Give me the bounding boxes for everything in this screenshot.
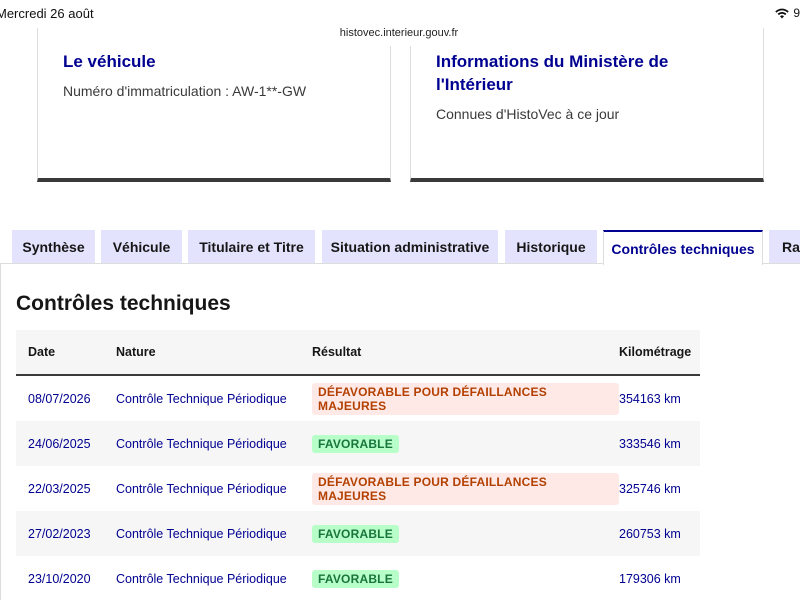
tab-controles-techniques[interactable]: Contrôles techniques (603, 230, 763, 265)
row-date: 22/03/2025 (28, 481, 91, 496)
table-row: 24/06/2025 Contrôle Technique Périodique… (16, 421, 700, 466)
tab-label: Historique (516, 238, 586, 255)
table-row: 22/03/2025 Contrôle Technique Périodique… (16, 466, 700, 511)
table-row: 27/02/2023 Contrôle Technique Périodique… (16, 511, 700, 556)
tab-label: Rap (782, 238, 800, 255)
row-result: DÉFAVORABLE POUR DÉFAILLANCES MAJEURES (312, 472, 619, 505)
battery-level: 9 (793, 6, 800, 20)
tab-label: Titulaire et Titre (199, 238, 304, 255)
tab-label: Véhicule (112, 238, 171, 255)
tab-situation-administrative[interactable]: Situation administrative (322, 230, 498, 263)
row-km: 179306 km (619, 571, 681, 586)
header-nature: Nature (116, 345, 156, 359)
inspections-table: Date Nature Résultat Kilométrage 08/07/2… (16, 330, 700, 600)
row-nature: Contrôle Technique Périodique (116, 391, 287, 406)
result-badge: FAVORABLE (312, 569, 399, 588)
tab-synthese[interactable]: Synthèse (12, 230, 95, 263)
result-badge: FAVORABLE (312, 434, 399, 453)
header-date: Date (28, 345, 56, 359)
row-km: 333546 km (619, 436, 681, 451)
vehicle-card-title: Le véhicule (63, 52, 156, 71)
ministry-card-title: Informations du Ministère de l'Intérieur (436, 50, 738, 96)
row-date: 23/10/2020 (28, 571, 91, 586)
result-badge: FAVORABLE (312, 524, 399, 543)
row-nature: Contrôle Technique Périodique (116, 526, 287, 541)
row-nature: Contrôle Technique Périodique (116, 481, 287, 496)
row-date: 24/06/2025 (28, 436, 91, 451)
row-km: 354163 km (619, 391, 681, 406)
tab-rapport[interactable]: Rap (769, 230, 800, 263)
row-result: FAVORABLE (312, 569, 619, 588)
address-bar[interactable]: histovec.interieur.gouv.fr (334, 20, 464, 46)
address-bar-url: histovec.interieur.gouv.fr (339, 27, 459, 39)
ministry-card-text: Connues d'HistoVec à ce jour (436, 106, 620, 122)
ministry-title-line1: Informations du Ministère de (436, 52, 669, 71)
vehicle-card: Le véhicule Numéro d'immatriculation : A… (37, 28, 391, 182)
registration-number: Numéro d'immatriculation : AW-1**-GW (63, 83, 307, 99)
row-nature: Contrôle Technique Périodique (116, 571, 287, 586)
tab-vehicule[interactable]: Véhicule (101, 230, 182, 263)
ministry-card: Informations du Ministère de l'Intérieur… (410, 28, 764, 182)
table-header: Date Nature Résultat Kilométrage (16, 330, 700, 376)
tab-label: Synthèse (22, 238, 85, 255)
row-date: 08/07/2026 (28, 391, 91, 406)
row-nature: Contrôle Technique Périodique (116, 436, 287, 451)
table-row: 23/10/2020 Contrôle Technique Périodique… (16, 556, 700, 600)
tab-label: Situation administrative (330, 238, 490, 255)
tab-historique[interactable]: Historique (505, 230, 597, 263)
table-row: 08/07/2026 Contrôle Technique Périodique… (16, 376, 700, 421)
tab-bar: Synthèse Véhicule Titulaire et Titre Sit… (0, 230, 800, 265)
result-badge: DÉFAVORABLE POUR DÉFAILLANCES MAJEURES (312, 472, 619, 505)
row-km: 260753 km (619, 526, 681, 541)
row-result: FAVORABLE (312, 524, 619, 543)
header-result: Résultat (312, 345, 362, 359)
header-km: Kilométrage (619, 345, 692, 359)
status-date: Mercredi 26 août (0, 6, 94, 21)
row-km: 325746 km (619, 481, 681, 496)
ministry-title-line2: l'Intérieur (436, 75, 513, 94)
result-badge: DÉFAVORABLE POUR DÉFAILLANCES MAJEURES (312, 382, 619, 415)
tab-titulaire-titre[interactable]: Titulaire et Titre (188, 230, 315, 263)
wifi-icon (775, 8, 790, 18)
row-result: FAVORABLE (312, 434, 619, 453)
row-result: DÉFAVORABLE POUR DÉFAILLANCES MAJEURES (312, 382, 619, 415)
status-right: 9 (775, 6, 800, 20)
section-title: Contrôles techniques (16, 292, 231, 315)
row-date: 27/02/2023 (28, 526, 91, 541)
tab-label: Contrôles techniques (611, 240, 755, 257)
